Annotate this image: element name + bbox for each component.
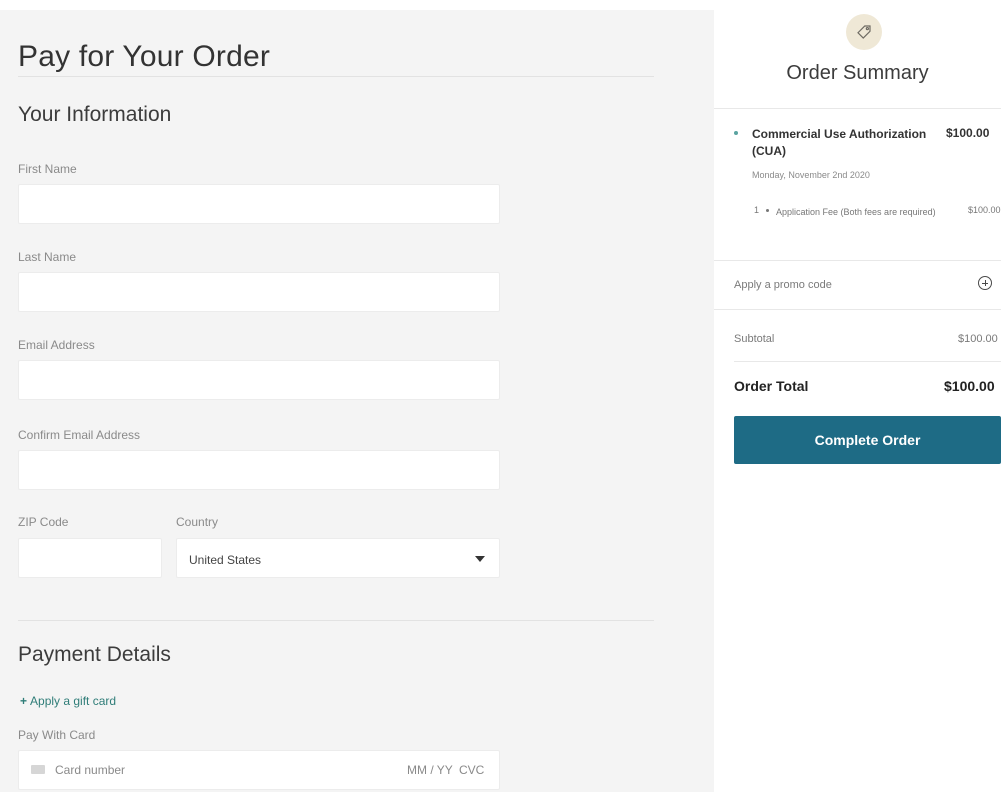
email-input[interactable] [18, 360, 500, 400]
order-summary-panel: Order Summary Commercial Use Authorizati… [714, 0, 1001, 792]
cvc-placeholder: CVC [459, 763, 485, 777]
first-name-input[interactable] [18, 184, 500, 224]
zip-label: ZIP Code [18, 515, 69, 529]
checkout-form-panel: Pay for Your Order Your Information Firs… [0, 10, 714, 792]
last-name-label: Last Name [18, 250, 77, 264]
fee-price: $100.00 [968, 205, 1001, 215]
expiry-placeholder: MM / YY [407, 763, 453, 777]
pay-with-card-label: Pay With Card [18, 728, 96, 742]
chevron-down-icon [475, 556, 485, 562]
card-icon [31, 765, 45, 774]
tag-icon [846, 14, 882, 50]
card-number-placeholder: Card number [55, 763, 126, 777]
summary-divider [714, 309, 1001, 310]
summary-divider [714, 108, 1001, 109]
order-item-price: $100.00 [946, 126, 990, 140]
country-select[interactable]: United States [176, 538, 500, 578]
fee-quantity: 1 [754, 205, 760, 215]
apply-gift-card-link[interactable]: + Apply a gift card [20, 694, 116, 708]
confirm-email-label: Confirm Email Address [18, 428, 141, 442]
first-name-label: First Name [18, 162, 77, 176]
your-information-heading: Your Information [18, 103, 172, 126]
country-label: Country [176, 515, 219, 529]
last-name-input[interactable] [18, 272, 500, 312]
payment-details-heading: Payment Details [18, 643, 171, 666]
section-divider [18, 620, 654, 621]
email-label: Email Address [18, 338, 95, 352]
subtotal-label: Subtotal [734, 333, 775, 345]
title-divider [18, 76, 654, 77]
card-input[interactable]: Card number MM / YY CVC [18, 750, 500, 790]
order-total-value: $100.00 [944, 378, 995, 394]
order-summary-title: Order Summary [786, 62, 929, 84]
complete-order-button[interactable]: Complete Order [734, 416, 1001, 464]
add-promo-icon[interactable] [978, 276, 992, 290]
bullet-icon [766, 209, 769, 212]
bullet-icon [734, 131, 738, 135]
apply-promo-code-label[interactable]: Apply a promo code [734, 279, 832, 291]
plus-icon: + [20, 694, 28, 708]
confirm-email-input[interactable] [18, 450, 500, 490]
order-item-date: Monday, November 2nd 2020 [752, 170, 870, 180]
order-item-name: Commercial Use Authorization (CUA) [752, 127, 927, 158]
subtotal-value: $100.00 [958, 333, 998, 345]
summary-divider [734, 361, 1001, 362]
zip-input[interactable] [18, 538, 162, 578]
apply-gift-card-label: Apply a gift card [30, 694, 117, 708]
country-select-value: United States [189, 553, 262, 567]
fee-name: Application Fee (Both fees are required) [776, 207, 936, 217]
summary-divider [714, 260, 1001, 261]
order-total-label: Order Total [734, 378, 809, 394]
page-title: Pay for Your Order [18, 40, 271, 73]
